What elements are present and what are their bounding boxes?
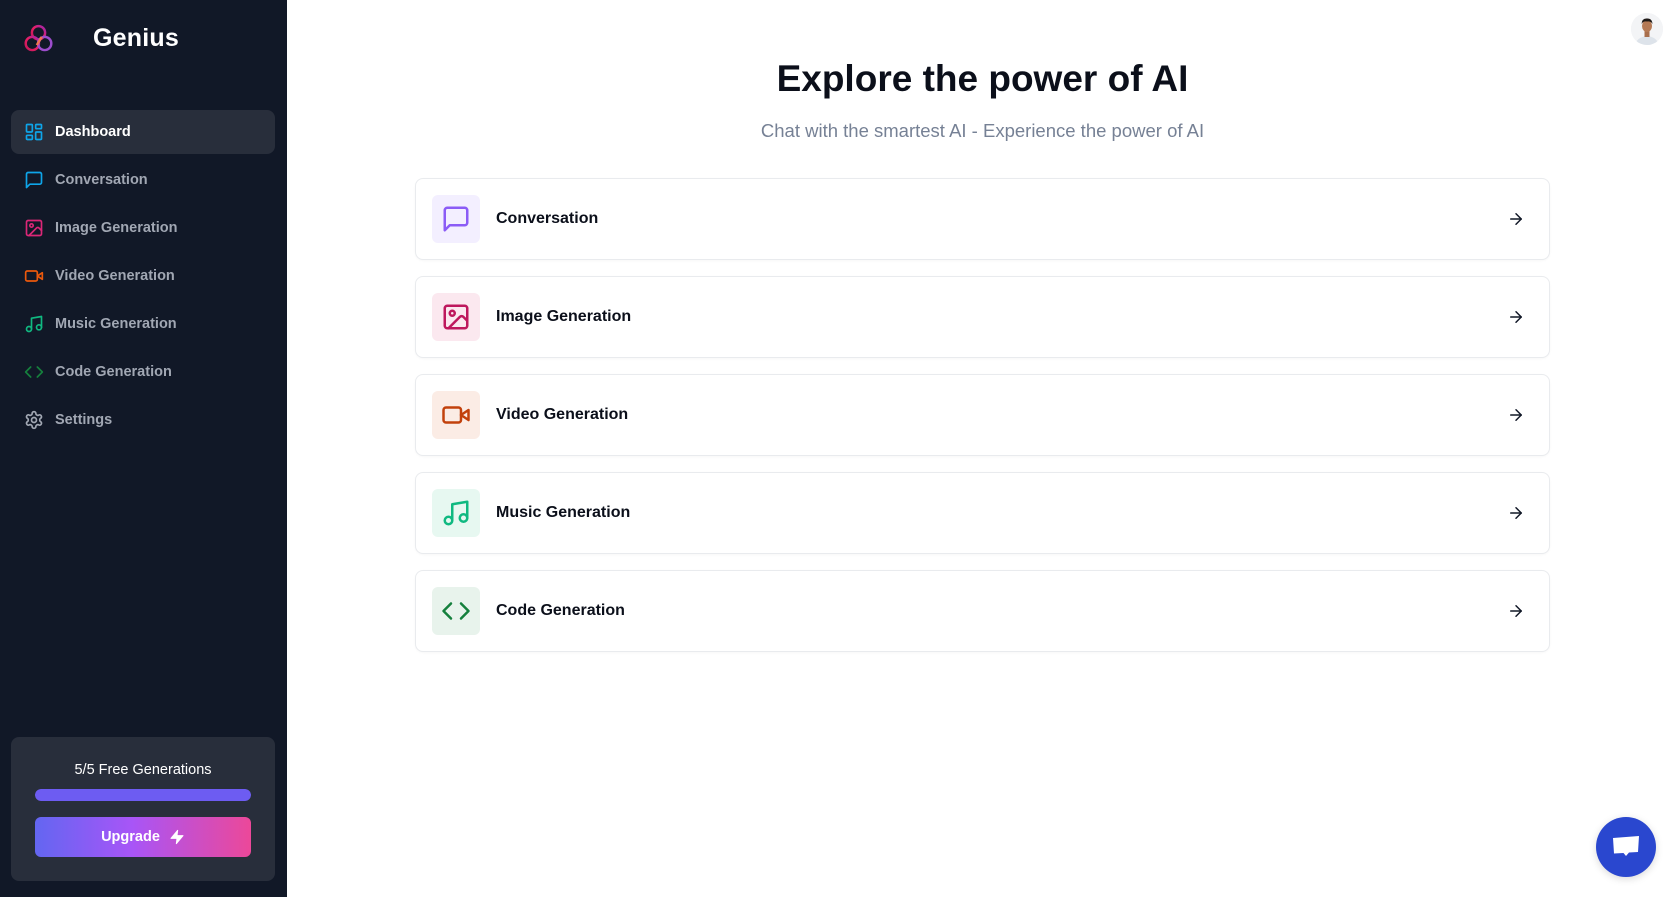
sidebar-item-label: Video Generation [55, 268, 175, 284]
tool-card-music-generation[interactable]: Music Generation [415, 472, 1550, 554]
upgrade-button[interactable]: Upgrade [35, 817, 251, 857]
tool-icon-box [432, 391, 480, 439]
main-content: Explore the power of AI Chat with the sm… [287, 0, 1671, 897]
sidebar-item-label: Settings [55, 412, 113, 428]
sidebar-item-settings[interactable]: Settings [11, 398, 275, 442]
tool-card-label: Video Generation [496, 406, 629, 423]
settings-icon [24, 410, 44, 430]
message-square-icon [443, 206, 469, 232]
arrow-right-icon [1507, 602, 1525, 620]
page-subtitle: Chat with the smartest AI - Experience t… [760, 120, 1205, 141]
tool-icon-box [432, 587, 480, 635]
page-title: Explore the power of AI [776, 58, 1189, 99]
layout-dashboard-icon [24, 122, 44, 142]
upgrade-label: Upgrade [101, 829, 160, 845]
tool-card-label: Music Generation [496, 504, 631, 521]
user-avatar[interactable] [1631, 13, 1663, 45]
arrow-right-icon [1507, 406, 1525, 424]
brand-link[interactable]: Genius [22, 22, 179, 54]
tool-card-code-generation[interactable]: Code Generation [415, 570, 1550, 652]
sidebar-item-code-generation[interactable]: Code Generation [11, 350, 275, 394]
sidebar-item-dashboard[interactable]: Dashboard [11, 110, 275, 154]
tool-card-label: Code Generation [496, 602, 625, 619]
tool-icon-box [432, 195, 480, 243]
user-avatar-image [1631, 13, 1663, 45]
sidebar-item-image-generation[interactable]: Image Generation [11, 206, 275, 250]
free-generations-progress [35, 789, 251, 801]
sidebar-item-label: Dashboard [55, 124, 131, 140]
tool-list: Conversation Image Generation Video Gene [415, 178, 1550, 668]
music-icon [24, 314, 44, 334]
tool-card-label: Image Generation [496, 308, 632, 325]
arrow-right-icon [1507, 308, 1525, 326]
free-tier-panel: 5/5 Free Generations Upgrade [11, 737, 275, 881]
sidebar-nav: Dashboard Conversation Image Generation … [11, 110, 275, 446]
tool-icon-box [432, 489, 480, 537]
tool-card-conversation[interactable]: Conversation [415, 178, 1550, 260]
tool-card-label: Conversation [496, 210, 599, 227]
sidebar-item-label: Music Generation [55, 316, 177, 332]
image-icon [24, 218, 44, 238]
video-icon [442, 406, 470, 424]
chat-bubble-icon [1613, 836, 1639, 856]
tool-card-video-generation[interactable]: Video Generation [415, 374, 1550, 456]
image-icon [443, 304, 469, 330]
tool-icon-box [432, 293, 480, 341]
progress-fill [35, 789, 251, 801]
brand-name: Genius [93, 23, 179, 52]
sidebar-item-label: Conversation [55, 172, 148, 188]
video-icon [24, 266, 44, 286]
app-root: Genius Dashboard Conversation Image Gene… [0, 0, 1671, 897]
free-generations-counter: 5/5 Free Generations [74, 762, 212, 778]
chat-widget-button[interactable] [1596, 817, 1656, 877]
sidebar-item-label: Image Generation [55, 220, 178, 236]
message-square-icon [24, 170, 44, 190]
code-icon [442, 602, 470, 620]
code-icon [24, 362, 44, 382]
tool-card-image-generation[interactable]: Image Generation [415, 276, 1550, 358]
logo-icon [24, 24, 53, 51]
arrow-right-icon [1507, 210, 1525, 228]
sidebar: Genius Dashboard Conversation Image Gene… [0, 0, 287, 897]
arrow-right-icon [1507, 504, 1525, 522]
zap-icon [170, 829, 184, 845]
sidebar-item-label: Code Generation [55, 364, 172, 380]
sidebar-item-music-generation[interactable]: Music Generation [11, 302, 275, 346]
sidebar-item-video-generation[interactable]: Video Generation [11, 254, 275, 298]
music-icon [443, 500, 469, 526]
sidebar-item-conversation[interactable]: Conversation [11, 158, 275, 202]
